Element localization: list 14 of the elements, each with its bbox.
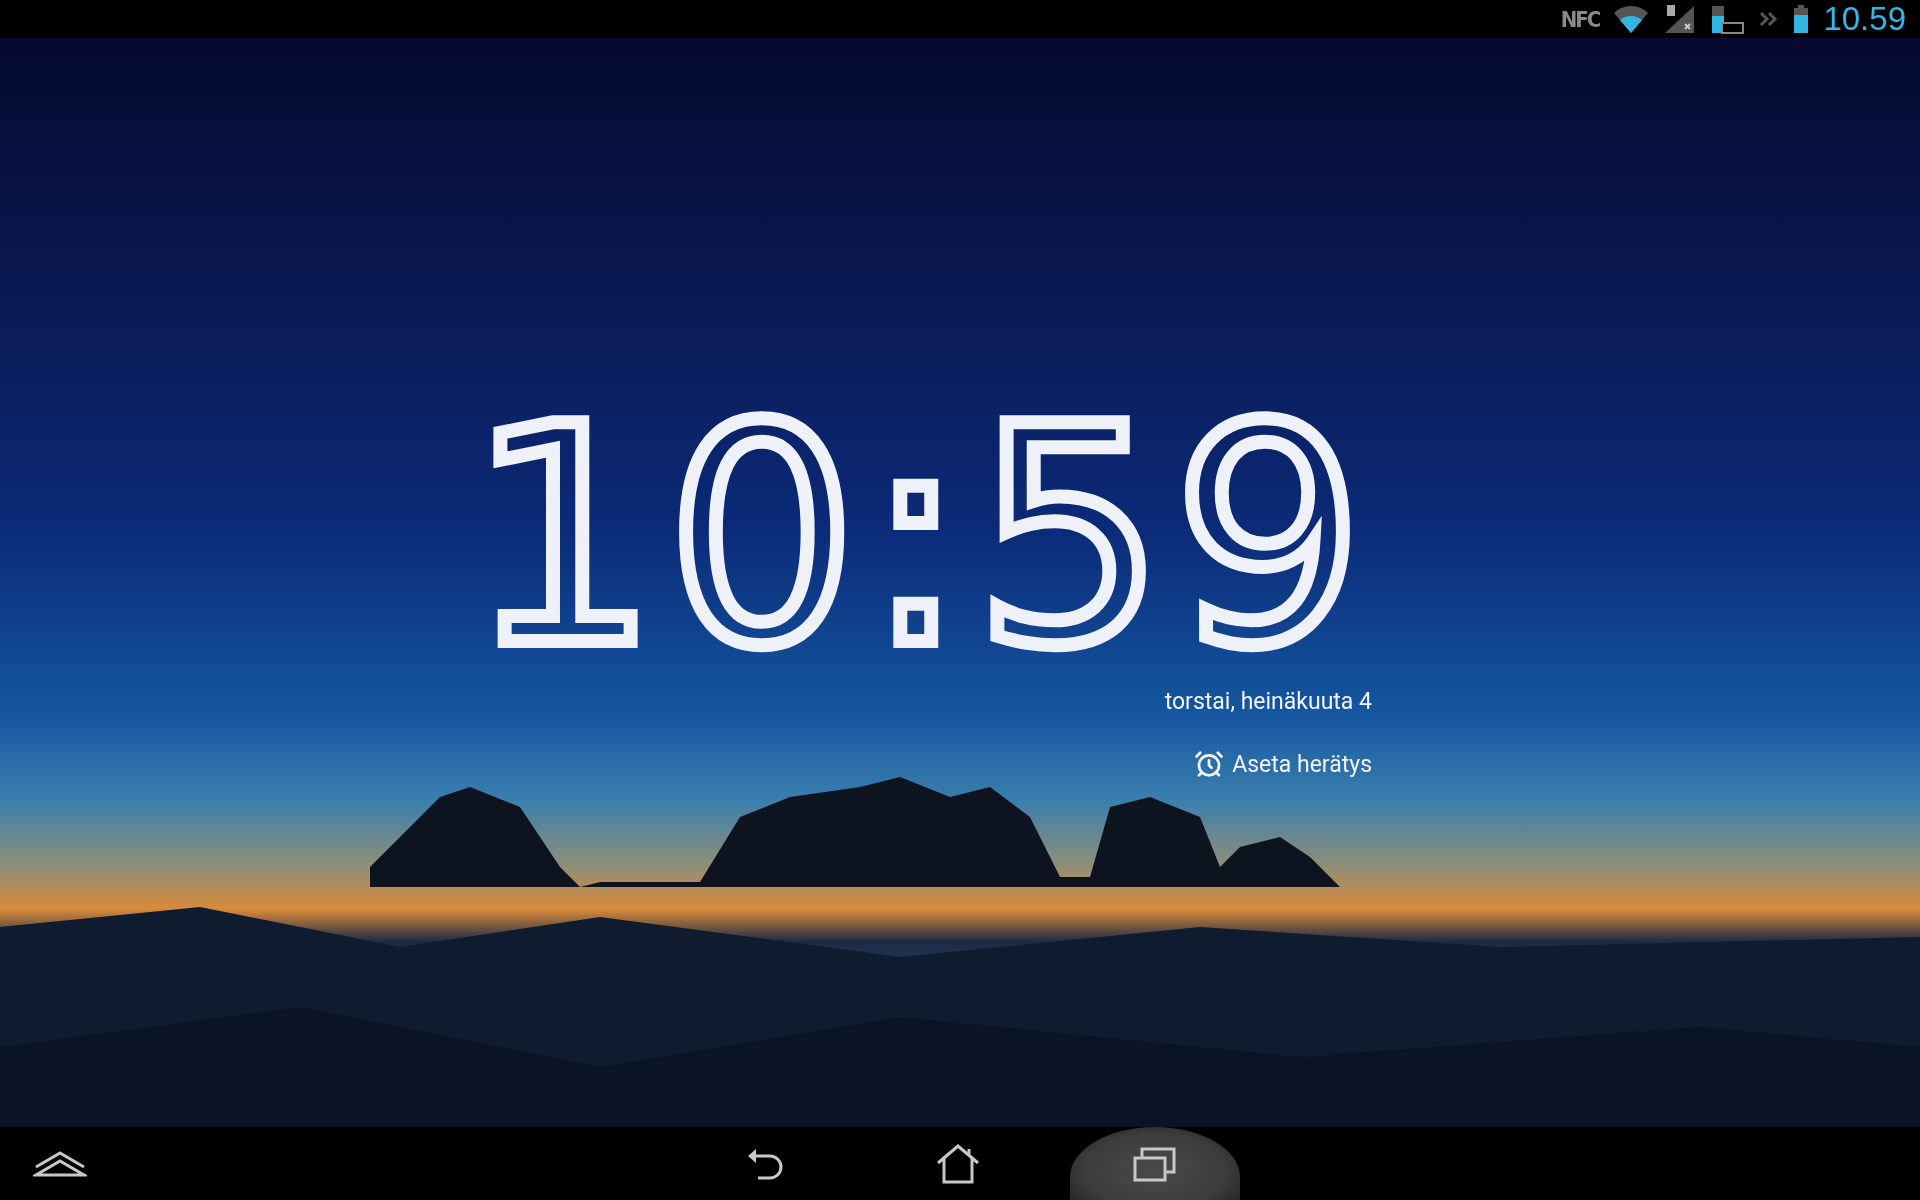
alarm-label[interactable]: Aseta herätys	[1232, 750, 1372, 778]
double-chevron-icon	[1759, 11, 1780, 27]
recents-button[interactable]	[1070, 1127, 1240, 1200]
alarm-clock-icon	[1194, 749, 1225, 779]
battery-icon	[1793, 4, 1810, 34]
home-icon	[935, 1142, 981, 1185]
wifi-icon	[1613, 4, 1650, 34]
clock-time: 10:59	[467, 388, 1372, 688]
battery-screen-icon	[1709, 4, 1746, 34]
nfc-indicator: NFC	[1560, 6, 1600, 32]
up-chevron-icon	[33, 1149, 87, 1178]
date-text: torstai, heinäkuuta 4	[1164, 688, 1372, 715]
no-signal-icon	[1663, 4, 1696, 34]
status-time: 10.59	[1823, 0, 1906, 38]
